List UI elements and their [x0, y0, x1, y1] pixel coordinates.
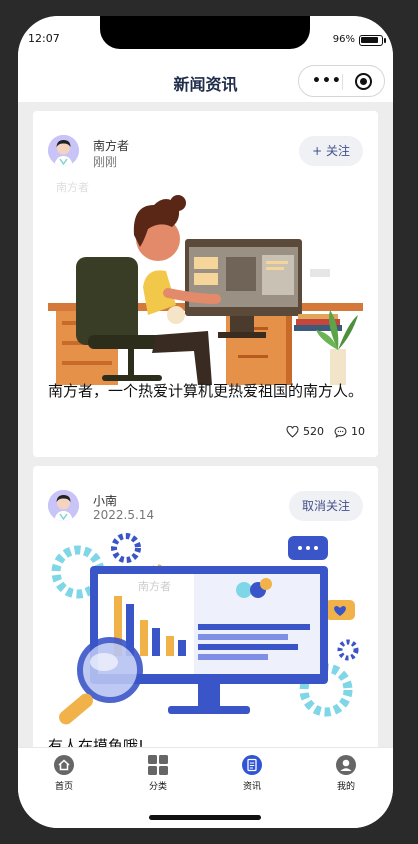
post-stats: 520 10: [276, 425, 365, 438]
news-card[interactable]: 南方者 刚刚 + 关注 南方者 南方者，一个热爱计算机更热爱祖国的南方人。 52…: [33, 111, 378, 457]
more-icon[interactable]: •••: [312, 74, 342, 88]
news-icon: [242, 755, 262, 775]
post-text[interactable]: 有人在摸鱼哦!: [48, 736, 366, 747]
post-time: 刚刚: [93, 155, 118, 169]
comment-number: 10: [351, 425, 365, 438]
home-indicator[interactable]: [149, 815, 261, 820]
author-name[interactable]: 小南: [93, 492, 117, 509]
author-name[interactable]: 南方者: [93, 137, 129, 154]
miniprogram-capsule: •••: [298, 65, 385, 97]
tab-home[interactable]: 首页: [34, 755, 94, 792]
post-image[interactable]: 南方者: [48, 175, 363, 385]
image-watermark: 南方者: [56, 181, 89, 194]
news-card[interactable]: 小南 2022.5.14 取消关注 南方者 有人在摸鱼哦!: [33, 466, 378, 747]
avatar[interactable]: [48, 490, 79, 521]
home-icon: [54, 755, 74, 775]
comment-icon: [334, 426, 347, 438]
follow-button[interactable]: + 关注: [299, 136, 363, 166]
notch: [100, 16, 310, 49]
avatar[interactable]: [48, 135, 79, 166]
comment-count[interactable]: 10: [334, 425, 365, 438]
news-feed[interactable]: 南方者 刚刚 + 关注 南方者 南方者，一个热爱计算机更热爱祖国的南方人。 52…: [18, 102, 393, 747]
close-target-icon[interactable]: [355, 73, 372, 90]
grid-icon: [148, 755, 168, 775]
post-time: 2022.5.14: [93, 508, 155, 522]
heart-icon: [286, 425, 299, 438]
tab-label: 资讯: [242, 782, 261, 792]
tab-news[interactable]: 资讯: [222, 755, 282, 792]
tab-category[interactable]: 分类: [128, 755, 188, 792]
tab-label: 分类: [148, 782, 167, 792]
like-count[interactable]: 520: [286, 425, 324, 438]
tab-bar: 首页 分类 资讯 我的: [18, 747, 393, 828]
user-icon: [336, 755, 356, 775]
image-watermark: 南方者: [138, 580, 171, 593]
status-time: 12:07: [28, 32, 60, 45]
battery-icon: [359, 35, 386, 46]
tab-label: 首页: [54, 782, 73, 792]
like-number: 520: [303, 425, 324, 438]
post-text[interactable]: 南方者，一个热爱计算机更热爱祖国的南方人。: [48, 381, 366, 402]
battery-percent: 96%: [332, 34, 355, 45]
nav-bar: 新闻资讯 •••: [18, 60, 393, 102]
tab-profile[interactable]: 我的: [316, 755, 376, 792]
post-image[interactable]: 南方者: [48, 530, 363, 740]
tab-label: 我的: [336, 782, 355, 792]
unfollow-button[interactable]: 取消关注: [288, 491, 363, 521]
phone-screen: 12:07 96% 新闻资讯 ••• 南方者 刚刚 + 关注 南方者 南方者，一…: [18, 16, 393, 828]
